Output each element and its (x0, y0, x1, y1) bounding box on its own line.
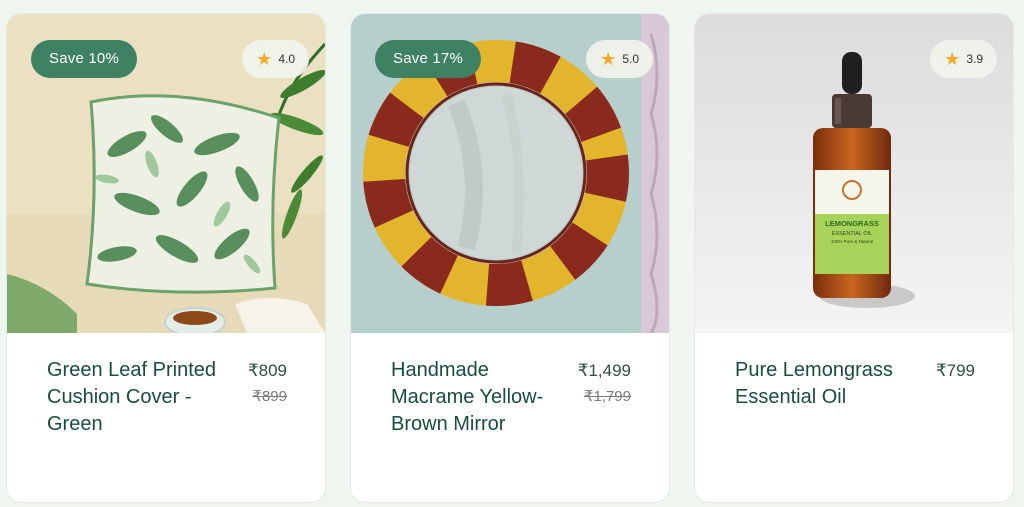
current-price: ₹1,499 (577, 361, 631, 380)
price-block: ₹799 (936, 357, 975, 384)
product-info: Pure Lemongrass Essential Oil ₹799 (695, 333, 1013, 502)
discount-badge: Save 10% (31, 40, 137, 78)
star-icon: ★ (256, 49, 273, 69)
bottle-subtitle: ESSENTIAL OIL (832, 231, 872, 237)
rating-value: 4.0 (278, 52, 295, 66)
price-block: ₹1,499 ₹1,799 (578, 357, 631, 410)
rating-badge: ★ 3.9 (930, 40, 997, 78)
bottle-brand: LEMONGRASS (825, 219, 879, 228)
rating-value: 3.9 (966, 52, 983, 66)
discount-badge: Save 17% (375, 40, 481, 78)
product-info: Green Leaf Printed Cushion Cover - Green… (7, 333, 325, 502)
product-card[interactable]: Save 10% ★ 4.0 Green Leaf Printed Cushio… (7, 14, 325, 502)
current-price: ₹799 (935, 361, 975, 380)
rating-badge: ★ 4.0 (242, 40, 309, 78)
current-price: ₹809 (247, 361, 287, 380)
product-title[interactable]: Pure Lemongrass Essential Oil (735, 357, 915, 411)
product-card[interactable]: LEMONGRASS ESSENTIAL OIL 100% Pure & Nat… (695, 14, 1013, 502)
bottle-line: 100% Pure & Natural (831, 239, 873, 244)
star-icon: ★ (944, 49, 961, 69)
product-title[interactable]: Green Leaf Printed Cushion Cover - Green (47, 357, 227, 438)
product-info: Handmade Macrame Yellow-Brown Mirror ₹1,… (351, 333, 669, 502)
product-card[interactable]: Save 17% ★ 5.0 Handmade Macrame Yellow-B… (351, 14, 669, 502)
original-price: ₹1,799 (583, 388, 631, 405)
rating-badge: ★ 5.0 (586, 40, 653, 78)
original-price: ₹899 (252, 388, 287, 405)
product-title[interactable]: Handmade Macrame Yellow-Brown Mirror (391, 357, 571, 438)
rating-value: 5.0 (622, 52, 639, 66)
star-icon: ★ (600, 49, 617, 69)
price-block: ₹809 ₹899 (248, 357, 287, 410)
